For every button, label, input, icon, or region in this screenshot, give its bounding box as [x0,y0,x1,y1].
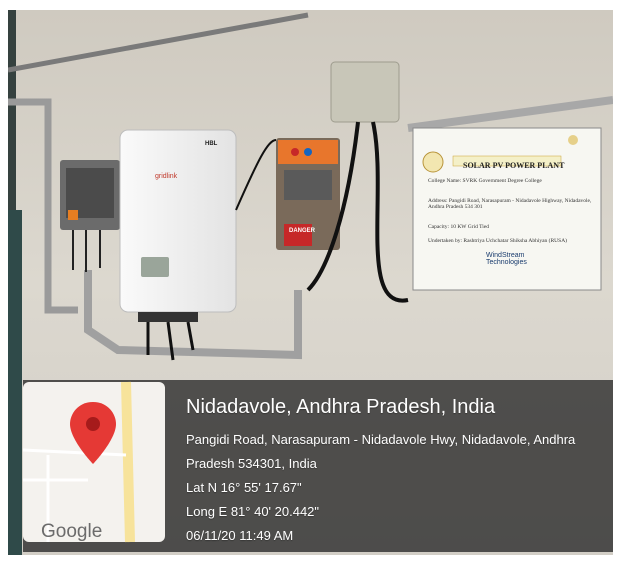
inverter-brand: gridlink [155,173,178,180]
board-installer: WindStream Technologies [486,252,527,266]
board-emblem-icon [422,151,444,173]
board-college: College Name: SVRK Government Degree Col… [428,178,542,184]
board-undertaken: Undertaken by: Rashtriya Uchchatar Shiks… [428,238,567,244]
location-timestamp: 06/11/20 11:49 AM [186,528,294,543]
inverter [119,129,237,313]
board-capacity: Capacity: 10 KW Grid Tied [428,224,490,230]
board-logo-icon [568,135,578,145]
location-address-line1: Pangidi Road, Narasapuram - Nidadavole H… [186,432,576,447]
location-latitude: Lat N 16° 55' 17.67" [186,480,302,495]
location-city: Nidadavole, Andhra Pradesh, India [186,396,496,418]
location-longitude: Long E 81° 40' 20.442" [186,504,320,519]
map-road [121,381,135,543]
inverter-logo: HBL [205,141,218,147]
inverter-display [141,257,169,277]
junction-box [330,61,400,123]
location-address-line2: Pradesh 534301, India [186,456,317,471]
google-logo: Google [41,521,103,542]
solar-installation-photo [8,10,613,555]
danger-label: DANGER [289,228,316,234]
board-title: SOLAR PV POWER PLANT [463,161,565,170]
photo-frame: HBL gridlink DANGER SOLAR PV POWER PLANT… [8,10,613,555]
door [8,210,22,555]
board-address: Address: Pangidi Road, Narasapuram - Nid… [428,198,592,210]
